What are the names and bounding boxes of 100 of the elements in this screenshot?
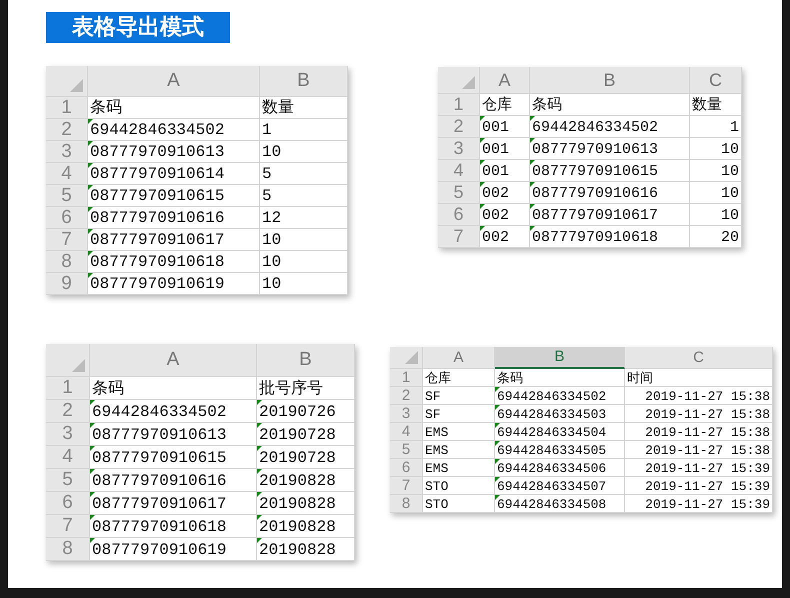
column-header[interactable]: B bbox=[260, 66, 348, 97]
column-header[interactable]: C bbox=[690, 67, 742, 94]
row-number[interactable]: 5 bbox=[46, 469, 90, 492]
table-cell: 08777970910618 bbox=[88, 251, 260, 273]
column-header[interactable]: A bbox=[480, 67, 530, 94]
table-cell: 08777970910616 bbox=[530, 182, 690, 204]
table-cell: 数量 bbox=[690, 94, 742, 116]
row-number[interactable]: 4 bbox=[390, 423, 423, 441]
table-cell: 08777970910614 bbox=[88, 163, 260, 185]
table-cell: 1 bbox=[260, 119, 348, 141]
table-cell: 001 bbox=[480, 160, 530, 182]
row-number[interactable]: 3 bbox=[390, 405, 423, 423]
select-all-icon[interactable] bbox=[72, 359, 85, 372]
table-cell: 数量 bbox=[260, 97, 348, 119]
table-cell: 2019-11-27 15:39 bbox=[625, 495, 773, 513]
row-number[interactable]: 6 bbox=[390, 459, 423, 477]
row-number[interactable]: 3 bbox=[46, 423, 90, 446]
table-cell: 时间 bbox=[625, 369, 773, 387]
row-number[interactable]: 8 bbox=[46, 251, 88, 273]
table-cell: 08777970910615 bbox=[90, 446, 257, 469]
row-number[interactable]: 1 bbox=[390, 369, 423, 387]
table-cell: 08777970910618 bbox=[90, 515, 257, 538]
column-header[interactable]: B bbox=[530, 67, 690, 94]
row-number[interactable]: 9 bbox=[46, 273, 88, 295]
table-cell: 001 bbox=[480, 116, 530, 138]
row-number[interactable]: 7 bbox=[46, 515, 90, 538]
table-cell: 20190728 bbox=[257, 423, 355, 446]
table-cell: 条码 bbox=[88, 97, 260, 119]
select-all-icon[interactable] bbox=[405, 351, 418, 364]
table-cell: SF bbox=[423, 387, 495, 405]
row-number[interactable]: 2 bbox=[438, 116, 480, 138]
column-header[interactable]: B bbox=[257, 344, 355, 377]
row-number[interactable]: 2 bbox=[46, 119, 88, 141]
row-number[interactable]: 3 bbox=[438, 138, 480, 160]
row-number[interactable]: 4 bbox=[438, 160, 480, 182]
row-number[interactable]: 2 bbox=[390, 387, 423, 405]
table-cell: 69442846334503 bbox=[495, 405, 625, 423]
row-number[interactable]: 4 bbox=[46, 446, 90, 469]
table-cell: 08777970910618 bbox=[530, 226, 690, 248]
table-cell: 001 bbox=[480, 138, 530, 160]
table-cell: 2019-11-27 15:39 bbox=[625, 459, 773, 477]
column-header[interactable]: C bbox=[625, 347, 773, 369]
column-header[interactable]: A bbox=[90, 344, 257, 377]
table-cell: 08777970910617 bbox=[88, 229, 260, 251]
table-cell: 10 bbox=[690, 160, 742, 182]
row-number[interactable]: 6 bbox=[438, 204, 480, 226]
table-cell: 69442846334502 bbox=[90, 400, 257, 423]
row-number[interactable]: 8 bbox=[390, 495, 423, 513]
table-cell: 20190828 bbox=[257, 492, 355, 515]
row-number[interactable]: 5 bbox=[438, 182, 480, 204]
table-cell: 08777970910615 bbox=[530, 160, 690, 182]
row-number[interactable]: 1 bbox=[46, 377, 90, 400]
table-cell: SF bbox=[423, 405, 495, 423]
table-cell: 10 bbox=[260, 229, 348, 251]
table-cell: 条码 bbox=[495, 369, 625, 387]
row-number[interactable]: 7 bbox=[438, 226, 480, 248]
row-number[interactable]: 2 bbox=[46, 400, 90, 423]
select-all-icon[interactable] bbox=[70, 79, 83, 92]
table-cell: 002 bbox=[480, 226, 530, 248]
table-cell: EMS bbox=[423, 441, 495, 459]
column-header[interactable]: A bbox=[423, 347, 495, 369]
row-number[interactable]: 7 bbox=[390, 477, 423, 495]
row-number[interactable]: 6 bbox=[46, 207, 88, 229]
row-number[interactable]: 7 bbox=[46, 229, 88, 251]
table-cell: 69442846334505 bbox=[495, 441, 625, 459]
row-number[interactable]: 4 bbox=[46, 163, 88, 185]
table-cell: 10 bbox=[690, 138, 742, 160]
table-cell: 08777970910617 bbox=[530, 204, 690, 226]
table-cell: STO bbox=[423, 495, 495, 513]
table-cell: 2019-11-27 15:38 bbox=[625, 405, 773, 423]
column-header[interactable]: B bbox=[495, 347, 625, 369]
table-cell: 08777970910617 bbox=[90, 492, 257, 515]
row-number[interactable]: 5 bbox=[46, 185, 88, 207]
table-cell: 69442846334506 bbox=[495, 459, 625, 477]
table-cell: 10 bbox=[690, 182, 742, 204]
table-cell: 002 bbox=[480, 204, 530, 226]
table-cell: 条码 bbox=[530, 94, 690, 116]
table-cell: 2019-11-27 15:38 bbox=[625, 423, 773, 441]
table-cell: 69442846334502 bbox=[88, 119, 260, 141]
table-cell: 08777970910616 bbox=[90, 469, 257, 492]
row-number[interactable]: 1 bbox=[46, 97, 88, 119]
column-header[interactable]: A bbox=[88, 66, 260, 97]
table-cell: 20 bbox=[690, 226, 742, 248]
table-cell: 20190728 bbox=[257, 446, 355, 469]
table-cell: 08777970910613 bbox=[530, 138, 690, 160]
table-cell: 2019-11-27 15:39 bbox=[625, 477, 773, 495]
table-cell: 5 bbox=[260, 185, 348, 207]
table-cell: 5 bbox=[260, 163, 348, 185]
table-cell: 69442846334507 bbox=[495, 477, 625, 495]
row-number[interactable]: 5 bbox=[390, 441, 423, 459]
table-cell: STO bbox=[423, 477, 495, 495]
row-number[interactable]: 8 bbox=[46, 538, 90, 561]
row-number[interactable]: 6 bbox=[46, 492, 90, 515]
row-number[interactable]: 3 bbox=[46, 141, 88, 163]
select-all-icon[interactable] bbox=[462, 76, 475, 89]
table-cell: 08777970910615 bbox=[88, 185, 260, 207]
table-cell: 1 bbox=[690, 116, 742, 138]
row-number[interactable]: 1 bbox=[438, 94, 480, 116]
table-cell: 20190828 bbox=[257, 538, 355, 561]
table-cell: 仓库 bbox=[423, 369, 495, 387]
